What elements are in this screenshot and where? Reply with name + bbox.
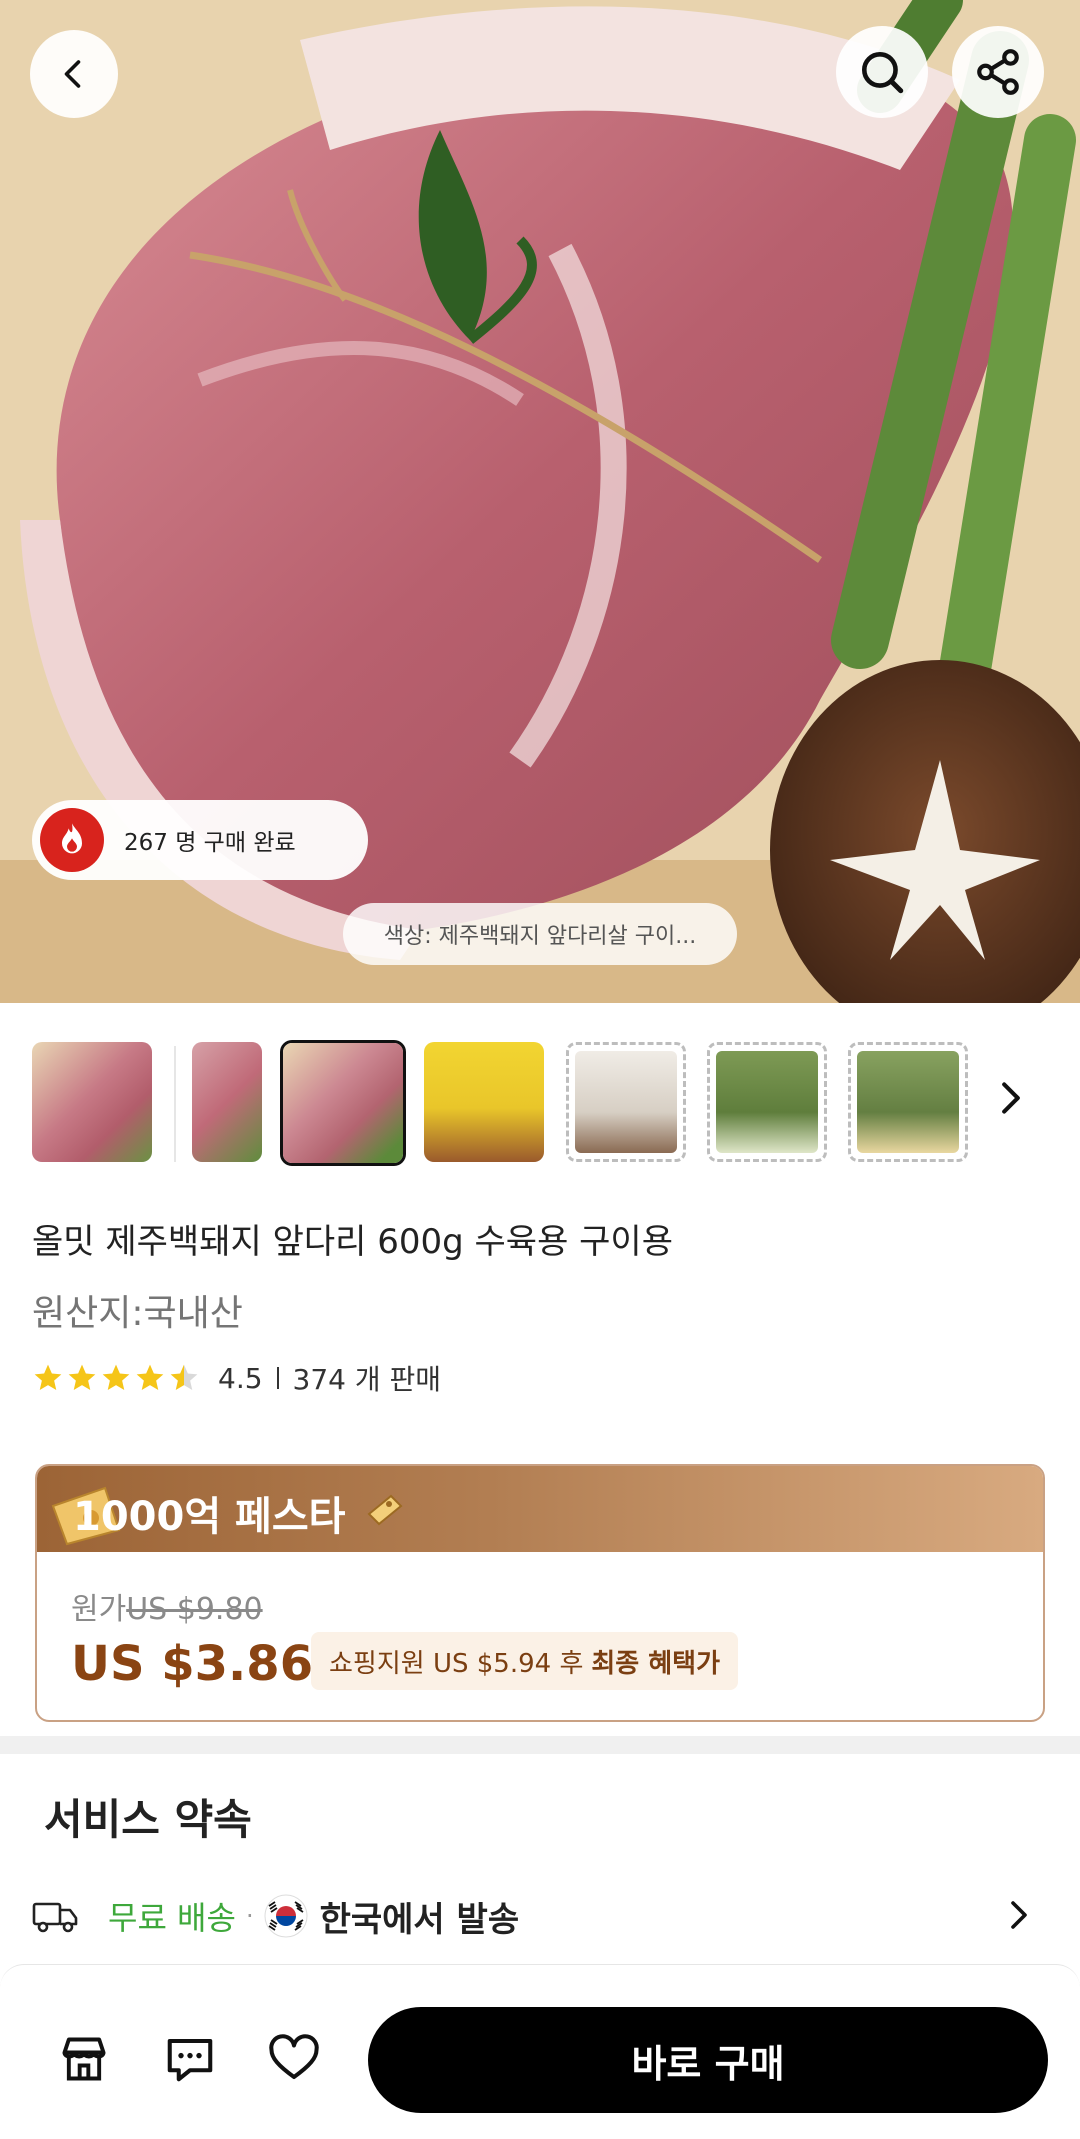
chat-icon	[167, 2038, 213, 2082]
thumbnail-6[interactable]	[707, 1042, 827, 1162]
store-button[interactable]	[56, 2031, 112, 2087]
share-button[interactable]	[952, 26, 1044, 118]
wishlist-button[interactable]	[266, 2031, 322, 2087]
truck-icon	[32, 1902, 78, 1933]
thumbnail-7[interactable]	[848, 1042, 968, 1162]
rating-value: 4.5	[218, 1361, 263, 1395]
back-button[interactable]	[30, 30, 118, 118]
original-price-label: 원가	[71, 1592, 127, 1627]
ship-from-label: 한국에서 발송	[319, 1899, 520, 1940]
chat-button[interactable]	[162, 2031, 218, 2087]
festa-title: 1000억 페스타	[73, 1494, 346, 1540]
search-icon	[862, 52, 904, 94]
coupon-final-label: 최종 혜택가	[591, 1648, 721, 1679]
thumbnails-next-button[interactable]	[996, 1078, 1026, 1118]
service-section-title: 서비스 약속	[44, 1795, 252, 1844]
thumbnail-5[interactable]	[566, 1042, 686, 1162]
star-half-icon	[170, 1364, 198, 1390]
share-icon	[977, 49, 1019, 95]
thumbnail-2[interactable]	[192, 1042, 262, 1162]
thumbnail-3-selected[interactable]	[280, 1040, 406, 1166]
sale-price: US $3.86	[71, 1636, 314, 1692]
original-price-row: 원가US $9.80	[71, 1584, 263, 1628]
chevron-left-icon	[64, 60, 81, 88]
star-full-icon	[34, 1364, 62, 1390]
star-full-icon	[68, 1364, 96, 1390]
festa-price-card: 1000억 페스타 원가US $9.80 US $3.86 쇼핑지원 US $5…	[35, 1464, 1045, 1722]
separator-dot: ·	[245, 1902, 254, 1930]
thumbnail-strip	[0, 1036, 1080, 1168]
star-full-icon	[136, 1364, 164, 1390]
buyers-count-text: 267 명 구매 완료	[124, 830, 296, 856]
festa-header: 1000억 페스타	[37, 1466, 1043, 1552]
chevron-right-icon	[1011, 1901, 1027, 1929]
chevron-right-icon	[1002, 1082, 1020, 1114]
buy-now-button[interactable]: 바로 구매	[368, 2007, 1048, 2113]
rating-divider	[276, 1367, 279, 1389]
thumbnail-1[interactable]	[32, 1042, 152, 1162]
bottom-action-bar: 바로 구매	[0, 1964, 1080, 2139]
selected-option-label[interactable]: 색상: 제주백돼지 앞다리살 구이...	[343, 903, 737, 965]
flame-icon	[40, 808, 104, 872]
rating-stars	[32, 1362, 200, 1394]
korea-flag-icon	[264, 1894, 308, 1938]
coupon-text: 쇼핑지원 US $5.94 후	[329, 1648, 584, 1679]
heart-icon	[269, 2034, 319, 2080]
product-title: 올밋 제주백돼지 앞다리 600g 수육용 구이용	[32, 1222, 673, 1262]
star-full-icon	[102, 1364, 130, 1390]
store-icon	[62, 2037, 106, 2081]
product-origin: 원산지:국내산	[32, 1293, 243, 1334]
original-price: US $9.80	[126, 1592, 263, 1627]
search-button[interactable]	[836, 26, 928, 118]
thumbnail-4[interactable]	[424, 1042, 544, 1162]
free-shipping-label: 무료 배송	[108, 1899, 236, 1937]
shipping-row[interactable]: 무료 배송 · 한국에서 발송	[32, 1888, 1048, 1944]
rating-row[interactable]: 4.5 374 개 판매	[32, 1358, 441, 1398]
thumbnail-divider	[174, 1046, 176, 1162]
coupon-tag-icon	[367, 1494, 403, 1526]
coupon-benefit-badge[interactable]: 쇼핑지원 US $5.94 후 최종 혜택가	[311, 1632, 739, 1690]
sold-count: 374 개 판매	[292, 1363, 442, 1396]
buyers-count-badge: 267 명 구매 완료	[32, 800, 368, 880]
section-divider	[0, 1736, 1080, 1754]
